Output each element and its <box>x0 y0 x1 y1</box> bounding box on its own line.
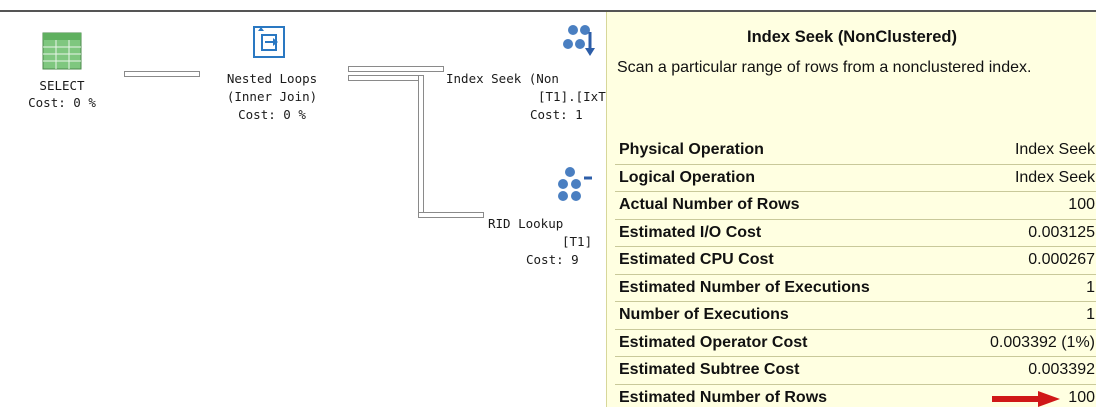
tooltip-title: Index Seek (NonClustered) <box>747 28 957 46</box>
red-arrow-icon <box>992 391 1060 407</box>
index-seek-cost: Cost: 1 <box>530 107 583 122</box>
property-label: Actual Number of Rows <box>619 196 800 213</box>
operator-tooltip: Index Seek (NonClustered) Scan a particu… <box>606 12 1096 407</box>
property-value: 100 <box>1068 388 1095 406</box>
property-value: Index Seek <box>1014 168 1095 186</box>
nested-loops-cost: Cost: 0 % <box>238 107 306 122</box>
nested-loops-type: (Inner Join) <box>226 89 318 104</box>
property-value: 0.003392 (1%) <box>990 333 1095 351</box>
property-label: Estimated I/O Cost <box>619 223 762 241</box>
rid-lookup-label: RID Lookup <box>488 216 564 231</box>
rid-lookup-object: [T1] <box>562 234 593 249</box>
property-label: Number of Executions <box>619 306 789 323</box>
property-value: Index Seek <box>1014 141 1095 158</box>
property-value: 1 <box>1086 306 1095 323</box>
connector-nestedloops-ridlookup-h2 <box>418 212 484 218</box>
tooltip-row: Estimated CPU Cost 0.000267 <box>615 247 1096 275</box>
select-cost: Cost: 0 % <box>28 95 96 110</box>
tooltip-row: Estimated I/O Cost 0.003125 <box>615 220 1096 247</box>
connector-nestedloops-indexseek <box>348 66 444 72</box>
connector-nestedloops-ridlookup-h1 <box>348 75 424 81</box>
property-label: Physical Operation <box>619 141 764 158</box>
property-label: Estimated Operator Cost <box>619 333 808 351</box>
rid-lookup-cost: Cost: 9 <box>526 252 579 267</box>
tooltip-row: Estimated Number of Executions 1 <box>615 275 1096 302</box>
loop-join-icon <box>253 26 285 58</box>
tooltip-row: Physical Operation Index Seek <box>615 137 1096 165</box>
tooltip-row: Actual Number of Rows 100 <box>615 192 1096 220</box>
index-seek-label: Index Seek (Non <box>446 71 559 86</box>
tooltip-description: Scan a particular range of rows from a n… <box>617 59 1032 76</box>
rid-lookup-icon <box>558 167 592 201</box>
property-value: 100 <box>1068 196 1095 213</box>
property-value: 0.003125 <box>1028 223 1095 241</box>
nested-loops-label: Nested Loops <box>226 71 318 86</box>
tooltip-row: Logical Operation Index Seek <box>615 165 1096 192</box>
index-seek-icon <box>563 25 595 56</box>
tooltip-properties: Physical Operation Index Seek Logical Ope… <box>615 137 1096 407</box>
property-value: 1 <box>1086 278 1095 296</box>
property-label: Estimated Number of Rows <box>619 388 828 406</box>
property-label: Estimated CPU Cost <box>619 251 774 268</box>
tooltip-row: Number of Executions 1 <box>615 302 1096 330</box>
property-value: 0.003392 <box>1028 361 1095 378</box>
tooltip-row: Estimated Operator Cost 0.003392 (1%) <box>615 330 1096 357</box>
tooltip-row: Estimated Subtree Cost 0.003392 <box>615 357 1096 385</box>
select-label: SELECT <box>39 78 85 93</box>
property-label: Estimated Subtree Cost <box>619 361 800 378</box>
property-label: Estimated Number of Executions <box>619 278 870 296</box>
table-grid-icon <box>42 32 82 70</box>
property-value: 0.000267 <box>1028 251 1095 268</box>
connector-nestedloops-ridlookup-v <box>418 75 424 218</box>
property-label: Logical Operation <box>619 168 756 186</box>
connector-select-nestedloops <box>124 71 200 77</box>
